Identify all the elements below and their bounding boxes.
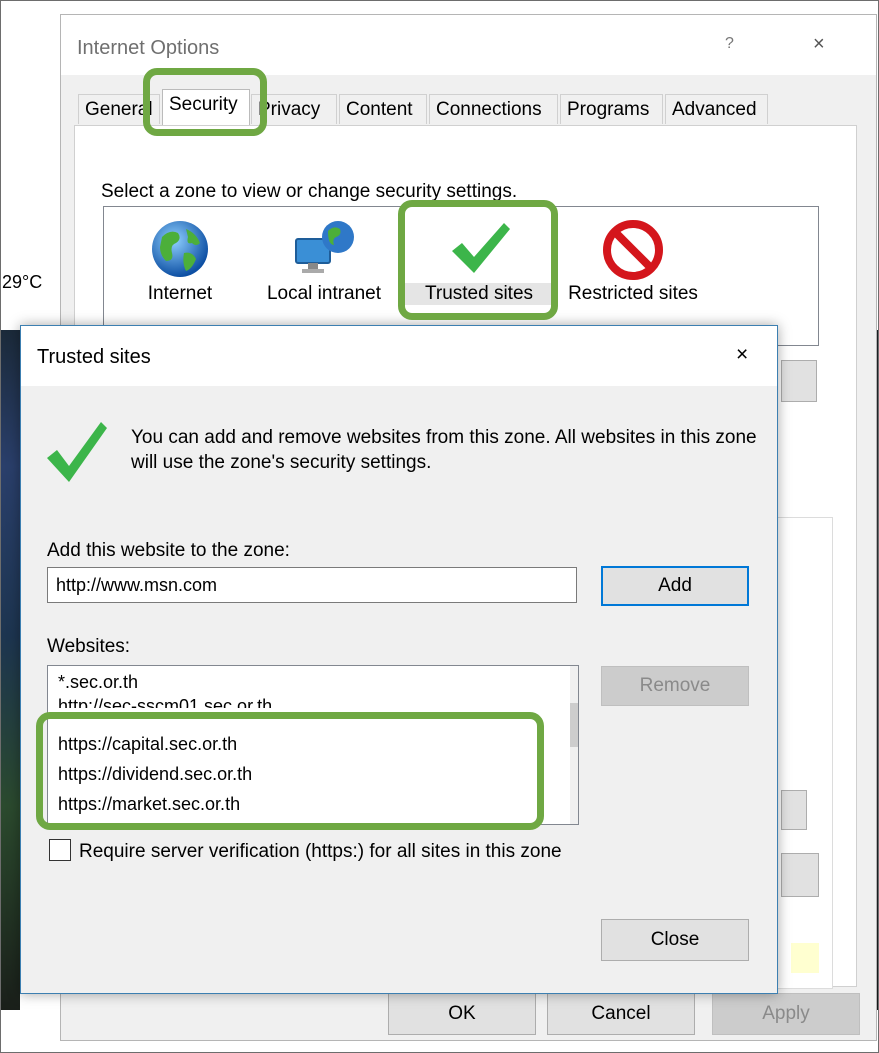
sites-button[interactable] — [781, 360, 817, 402]
zone-label: Internet — [147, 283, 213, 304]
list-item[interactable]: https://capital.sec.or.th — [58, 734, 237, 755]
green-check-icon — [452, 223, 510, 273]
add-website-label: Add this website to the zone: — [47, 540, 290, 561]
zone-label: Local intranet — [266, 283, 382, 304]
background-temperature: 29°C — [2, 272, 43, 292]
zone-prompt: Select a zone to view or change security… — [101, 181, 518, 202]
tab-advanced[interactable]: Advanced — [665, 94, 768, 124]
websites-list[interactable]: *.sec.or.th http://sec-sscm01.sec.or.th … — [47, 665, 579, 825]
background-photo-left — [0, 330, 20, 1010]
globe-icon — [152, 221, 208, 277]
prohibited-icon — [603, 220, 663, 280]
custom-level-button[interactable] — [781, 790, 807, 830]
tab-connections[interactable]: Connections — [429, 94, 558, 124]
internet-options-titlebar: Internet Options ? × — [61, 15, 876, 75]
dialog-close-button[interactable]: × — [736, 343, 748, 367]
ok-button[interactable]: OK — [388, 993, 536, 1035]
require-verification-checkbox[interactable] — [49, 839, 71, 861]
scroll-up-icon[interactable]: ⌃ — [570, 666, 578, 702]
apply-button[interactable]: Apply — [712, 993, 860, 1035]
list-item[interactable]: *.sec.or.th — [58, 672, 138, 693]
websites-label: Websites: — [47, 636, 131, 657]
scroll-down-icon[interactable]: ⌄ — [570, 786, 578, 822]
remove-button[interactable]: Remove — [601, 666, 749, 706]
list-item[interactable]: https://market.sec.or.th — [58, 794, 240, 815]
tab-content[interactable]: Content — [339, 94, 427, 124]
tab-privacy[interactable]: Privacy — [251, 94, 337, 124]
help-button[interactable]: ? — [725, 35, 734, 53]
close-button[interactable]: × — [813, 33, 825, 56]
reset-zones-button[interactable] — [781, 853, 819, 897]
website-url-input[interactable] — [47, 567, 577, 603]
trusted-sites-dialog: Trusted sites × You can add and remove w… — [20, 325, 778, 994]
add-button[interactable]: Add — [601, 566, 749, 606]
zone-label: Restricted sites — [568, 283, 698, 304]
scrollbar-thumb[interactable] — [570, 703, 578, 747]
websites-scrollbar[interactable]: ⌃ ⌄ — [570, 666, 578, 824]
require-verification-label: Require server verification (https:) for… — [79, 841, 562, 862]
dialog-titlebar: Trusted sites × — [21, 326, 777, 386]
tab-programs[interactable]: Programs — [560, 94, 663, 124]
dialog-description: You can add and remove websites from thi… — [131, 427, 757, 473]
tab-general[interactable]: General — [78, 94, 160, 124]
info-bar — [791, 943, 819, 973]
monitor-globe-icon — [295, 221, 354, 273]
zone-label: Trusted sites — [404, 283, 554, 305]
cancel-button[interactable]: Cancel — [547, 993, 695, 1035]
list-item[interactable]: http://sec-sscm01.sec.or.th — [58, 696, 272, 708]
list-item[interactable]: https://dividend.sec.or.th — [58, 764, 252, 785]
green-check-icon — [47, 422, 107, 482]
dialog-title: Trusted sites — [37, 346, 151, 368]
close-dialog-button[interactable]: Close — [601, 919, 749, 961]
tab-security[interactable]: Security — [162, 89, 250, 125]
window-title: Internet Options — [77, 37, 220, 59]
